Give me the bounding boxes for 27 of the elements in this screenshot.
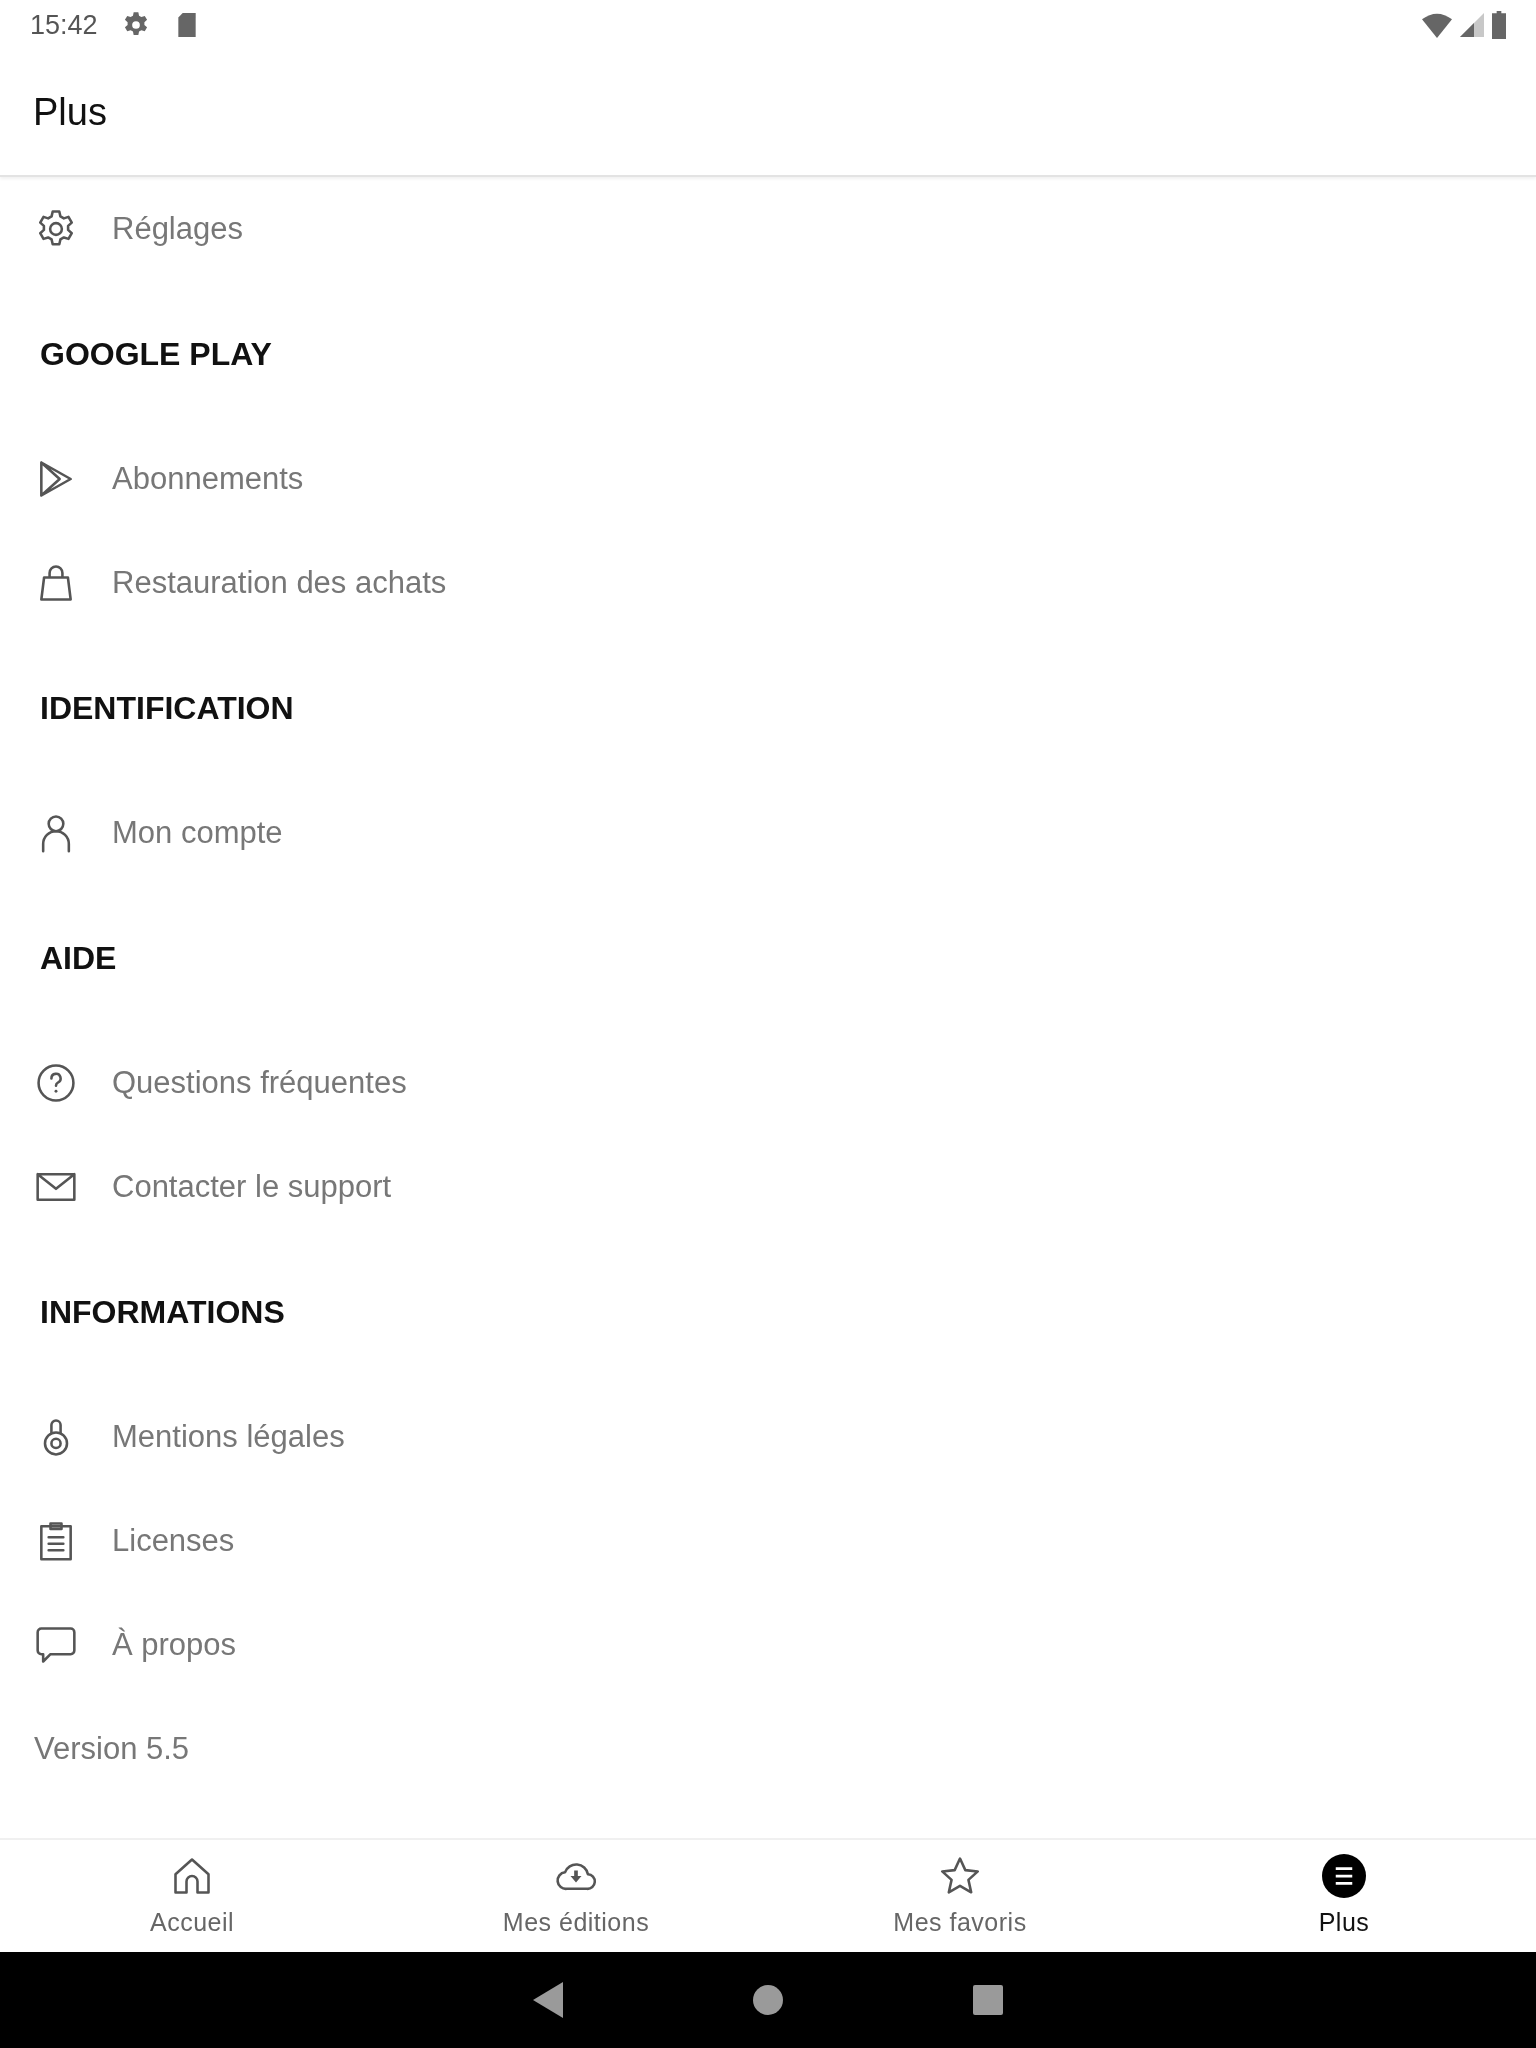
menu-item[interactable]: Mentions légales (112, 1413, 345, 1461)
section-header: AIDE (40, 939, 117, 978)
menu-item[interactable]: Restauration des achats (112, 559, 447, 607)
back-icon[interactable] (533, 1982, 563, 2018)
status-time: 15:42 (30, 8, 98, 42)
menu-item[interactable]: Mon compte (112, 809, 283, 857)
menu-item[interactable]: Contacter le support (112, 1163, 392, 1211)
nav-tab[interactable]: Plus (1152, 1840, 1536, 1952)
version-text: Version 5.5 (34, 1729, 190, 1768)
home-button-icon[interactable] (753, 1985, 783, 2015)
nav-tab[interactable]: Mes éditions (384, 1840, 768, 1952)
nav-tab[interactable]: Accueil (0, 1840, 384, 1952)
menu-item[interactable]: Abonnements (112, 455, 304, 503)
section-header: IDENTIFICATION (40, 689, 294, 728)
section-header: INFORMATIONS (40, 1293, 285, 1332)
page-title: Plus (33, 89, 107, 135)
wifi-icon (1422, 12, 1452, 38)
question-icon (34, 1061, 78, 1105)
menu-item[interactable]: Réglages (112, 205, 243, 253)
menu-item[interactable]: À propos (112, 1621, 237, 1669)
menu-item[interactable]: Questions fréquentes (112, 1059, 407, 1107)
menu-item[interactable]: Licenses (112, 1517, 235, 1565)
section-header: GOOGLE PLAY (40, 335, 272, 374)
battery-icon (1492, 11, 1506, 39)
menu-icon (1322, 1854, 1366, 1899)
nav-tab[interactable]: Mes favoris (768, 1840, 1152, 1952)
signal-icon (1460, 13, 1484, 37)
